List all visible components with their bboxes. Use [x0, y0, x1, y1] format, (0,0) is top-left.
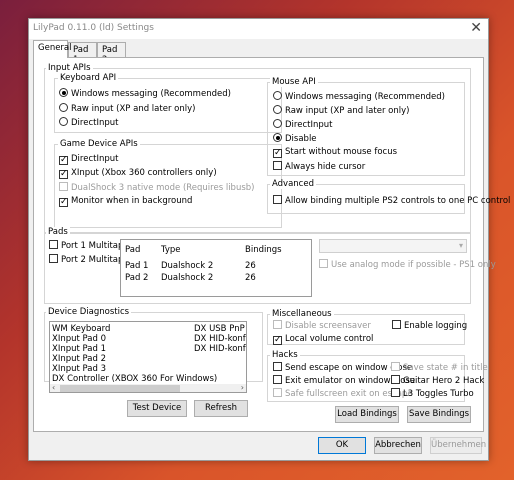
checkbox-unchecked: [273, 375, 282, 384]
gd-xinput-checkbox[interactable]: ✓ XInput (Xbox 360 controllers only): [59, 168, 217, 179]
hacks-label: Hacks: [270, 350, 300, 360]
checkbox-checked: ✓: [59, 169, 68, 179]
chevron-down-icon: ▾: [458, 241, 463, 250]
port2-multitap-checkbox[interactable]: Port 2 Multitap: [49, 254, 123, 266]
checkbox-unchecked: [273, 161, 282, 170]
checkbox-disabled: [273, 388, 282, 397]
device-diagnostics-label: Device Diagnostics: [46, 307, 132, 317]
checkbox-checked: ✓: [273, 148, 282, 158]
title-bar: LilyPad 0.11.0 (ld) Settings ✕: [29, 19, 488, 39]
radio-unselected: [273, 91, 282, 100]
ok-button[interactable]: OK: [318, 437, 366, 454]
list-item[interactable]: XInput Pad 1: [52, 344, 106, 354]
radio-unselected: [273, 105, 282, 114]
apply-button[interactable]: Übernehmen: [430, 437, 486, 454]
list-item[interactable]: WM Keyboard: [52, 324, 110, 334]
radio-selected: [273, 133, 282, 142]
pads-header-type: Type: [161, 245, 181, 255]
load-bindings-button[interactable]: Load Bindings: [335, 406, 399, 423]
pads-label: Pads: [46, 227, 70, 237]
cancel-button[interactable]: Abbrechen: [374, 437, 422, 454]
mouse-raw-input-radio[interactable]: Raw input (XP and later only): [273, 105, 409, 117]
keyboard-api-label: Keyboard API: [58, 73, 119, 83]
list-item[interactable]: DX HID-konforr: [194, 344, 246, 354]
save-bindings-button[interactable]: Save Bindings: [407, 406, 471, 423]
test-device-button[interactable]: Test Device: [127, 400, 187, 417]
settings-window: LilyPad 0.11.0 (ld) Settings ✕ General P…: [28, 18, 510, 461]
mouse-disable-radio[interactable]: Disable: [273, 133, 317, 145]
radio-unselected: [59, 117, 68, 126]
table-row-pad[interactable]: Pad 1: [125, 261, 148, 271]
input-apis-label: Input APIs: [46, 63, 93, 73]
disable-screensaver-checkbox[interactable]: Disable screensaver: [273, 320, 371, 332]
checkbox-disabled: [273, 320, 282, 329]
table-row-bindings[interactable]: 26: [245, 273, 256, 283]
radio-selected: [59, 88, 68, 97]
list-item[interactable]: XInput Pad 3: [52, 364, 106, 374]
scroll-right-icon[interactable]: ›: [241, 383, 244, 392]
checkbox-disabled: [59, 182, 68, 191]
list-item[interactable]: XInput Pad 2: [52, 354, 106, 364]
start-without-focus-checkbox[interactable]: ✓ Start without mouse focus: [273, 147, 397, 158]
window-title: LilyPad 0.11.0 (ld) Settings: [33, 23, 154, 33]
pads-table[interactable]: Pad Type Bindings Pad 1 Dualshock 2 26 P…: [120, 239, 312, 297]
checkbox-disabled: [391, 362, 400, 371]
table-row-type[interactable]: Dualshock 2: [161, 261, 213, 271]
checkbox-unchecked: [392, 320, 401, 329]
scroll-left-icon[interactable]: ‹: [52, 383, 55, 392]
game-device-apis-label: Game Device APIs: [58, 139, 140, 149]
checkbox-checked: ✓: [59, 197, 68, 207]
tab-pad-2[interactable]: Pad 2: [97, 42, 126, 65]
checkbox-unchecked: [273, 195, 282, 204]
horizontal-scrollbar[interactable]: ‹ ›: [50, 383, 246, 392]
close-icon[interactable]: ✕: [470, 20, 482, 36]
list-item[interactable]: DX USB PnP Sou: [194, 324, 246, 334]
table-row-pad[interactable]: Pad 2: [125, 273, 148, 283]
port1-multitap-checkbox[interactable]: Port 1 Multitap: [49, 240, 123, 252]
analog-mode-checkbox[interactable]: Use analog mode if possible - PS1 only: [319, 259, 496, 271]
save-state-title-checkbox[interactable]: Save state # in title: [391, 362, 488, 374]
gd-monitor-bg-checkbox[interactable]: ✓ Monitor when in background: [59, 196, 192, 207]
multi-ps2-binding-checkbox[interactable]: Allow binding multiple PS2 controls to o…: [273, 195, 510, 207]
pads-header-bindings: Bindings: [245, 245, 282, 255]
guitar-hero-hack-checkbox[interactable]: Guitar Hero 2 Hack: [391, 375, 484, 387]
checkbox-unchecked: [49, 254, 58, 263]
pads-header-pad: Pad: [125, 245, 141, 255]
scrollbar-thumb[interactable]: [60, 385, 180, 392]
radio-unselected: [273, 119, 282, 128]
general-tab-panel: Input APIs Keyboard API Windows messagin…: [33, 57, 510, 432]
table-row-bindings[interactable]: 26: [245, 261, 256, 271]
checkbox-unchecked: [391, 375, 400, 384]
device-list[interactable]: WM Keyboard XInput Pad 0 XInput Pad 1 XI…: [49, 321, 247, 393]
tab-pad-1[interactable]: Pad 1: [68, 42, 97, 65]
enable-logging-checkbox[interactable]: Enable logging: [392, 320, 467, 332]
checkbox-unchecked: [391, 388, 400, 397]
mouse-api-label: Mouse API: [270, 77, 318, 87]
gd-dualshock3-checkbox[interactable]: DualShock 3 native mode (Requires libusb…: [59, 182, 254, 194]
checkbox-unchecked: [273, 362, 282, 371]
list-item[interactable]: DX HID-konforr: [194, 334, 246, 344]
gd-directinput-checkbox[interactable]: ✓ DirectInput: [59, 154, 118, 165]
kb-raw-input-radio[interactable]: Raw input (XP and later only): [59, 103, 195, 115]
checkbox-unchecked: [49, 240, 58, 249]
kb-windows-messaging-radio[interactable]: Windows messaging (Recommended): [59, 88, 231, 100]
radio-unselected: [59, 103, 68, 112]
table-row-type[interactable]: Dualshock 2: [161, 273, 213, 283]
advanced-label: Advanced: [270, 179, 316, 189]
tab-general[interactable]: General: [33, 40, 72, 58]
mouse-directinput-radio[interactable]: DirectInput: [273, 119, 332, 131]
kb-directinput-radio[interactable]: DirectInput: [59, 117, 118, 129]
list-item[interactable]: DX Controller (XBOX 360 For Windows): [52, 374, 217, 384]
checkbox-checked: ✓: [273, 335, 282, 345]
local-volume-checkbox[interactable]: ✓ Local volume control: [273, 334, 373, 345]
pad-type-dropdown[interactable]: ▾: [319, 239, 467, 253]
checkbox-disabled: [319, 259, 328, 268]
mouse-windows-messaging-radio[interactable]: Windows messaging (Recommended): [273, 91, 445, 103]
l3-toggles-turbo-checkbox[interactable]: L3 Toggles Turbo: [391, 388, 474, 400]
checkbox-checked: ✓: [59, 155, 68, 165]
miscellaneous-label: Miscellaneous: [270, 309, 334, 319]
list-item[interactable]: XInput Pad 0: [52, 334, 106, 344]
refresh-button[interactable]: Refresh: [194, 400, 248, 417]
always-hide-cursor-checkbox[interactable]: Always hide cursor: [273, 161, 365, 173]
